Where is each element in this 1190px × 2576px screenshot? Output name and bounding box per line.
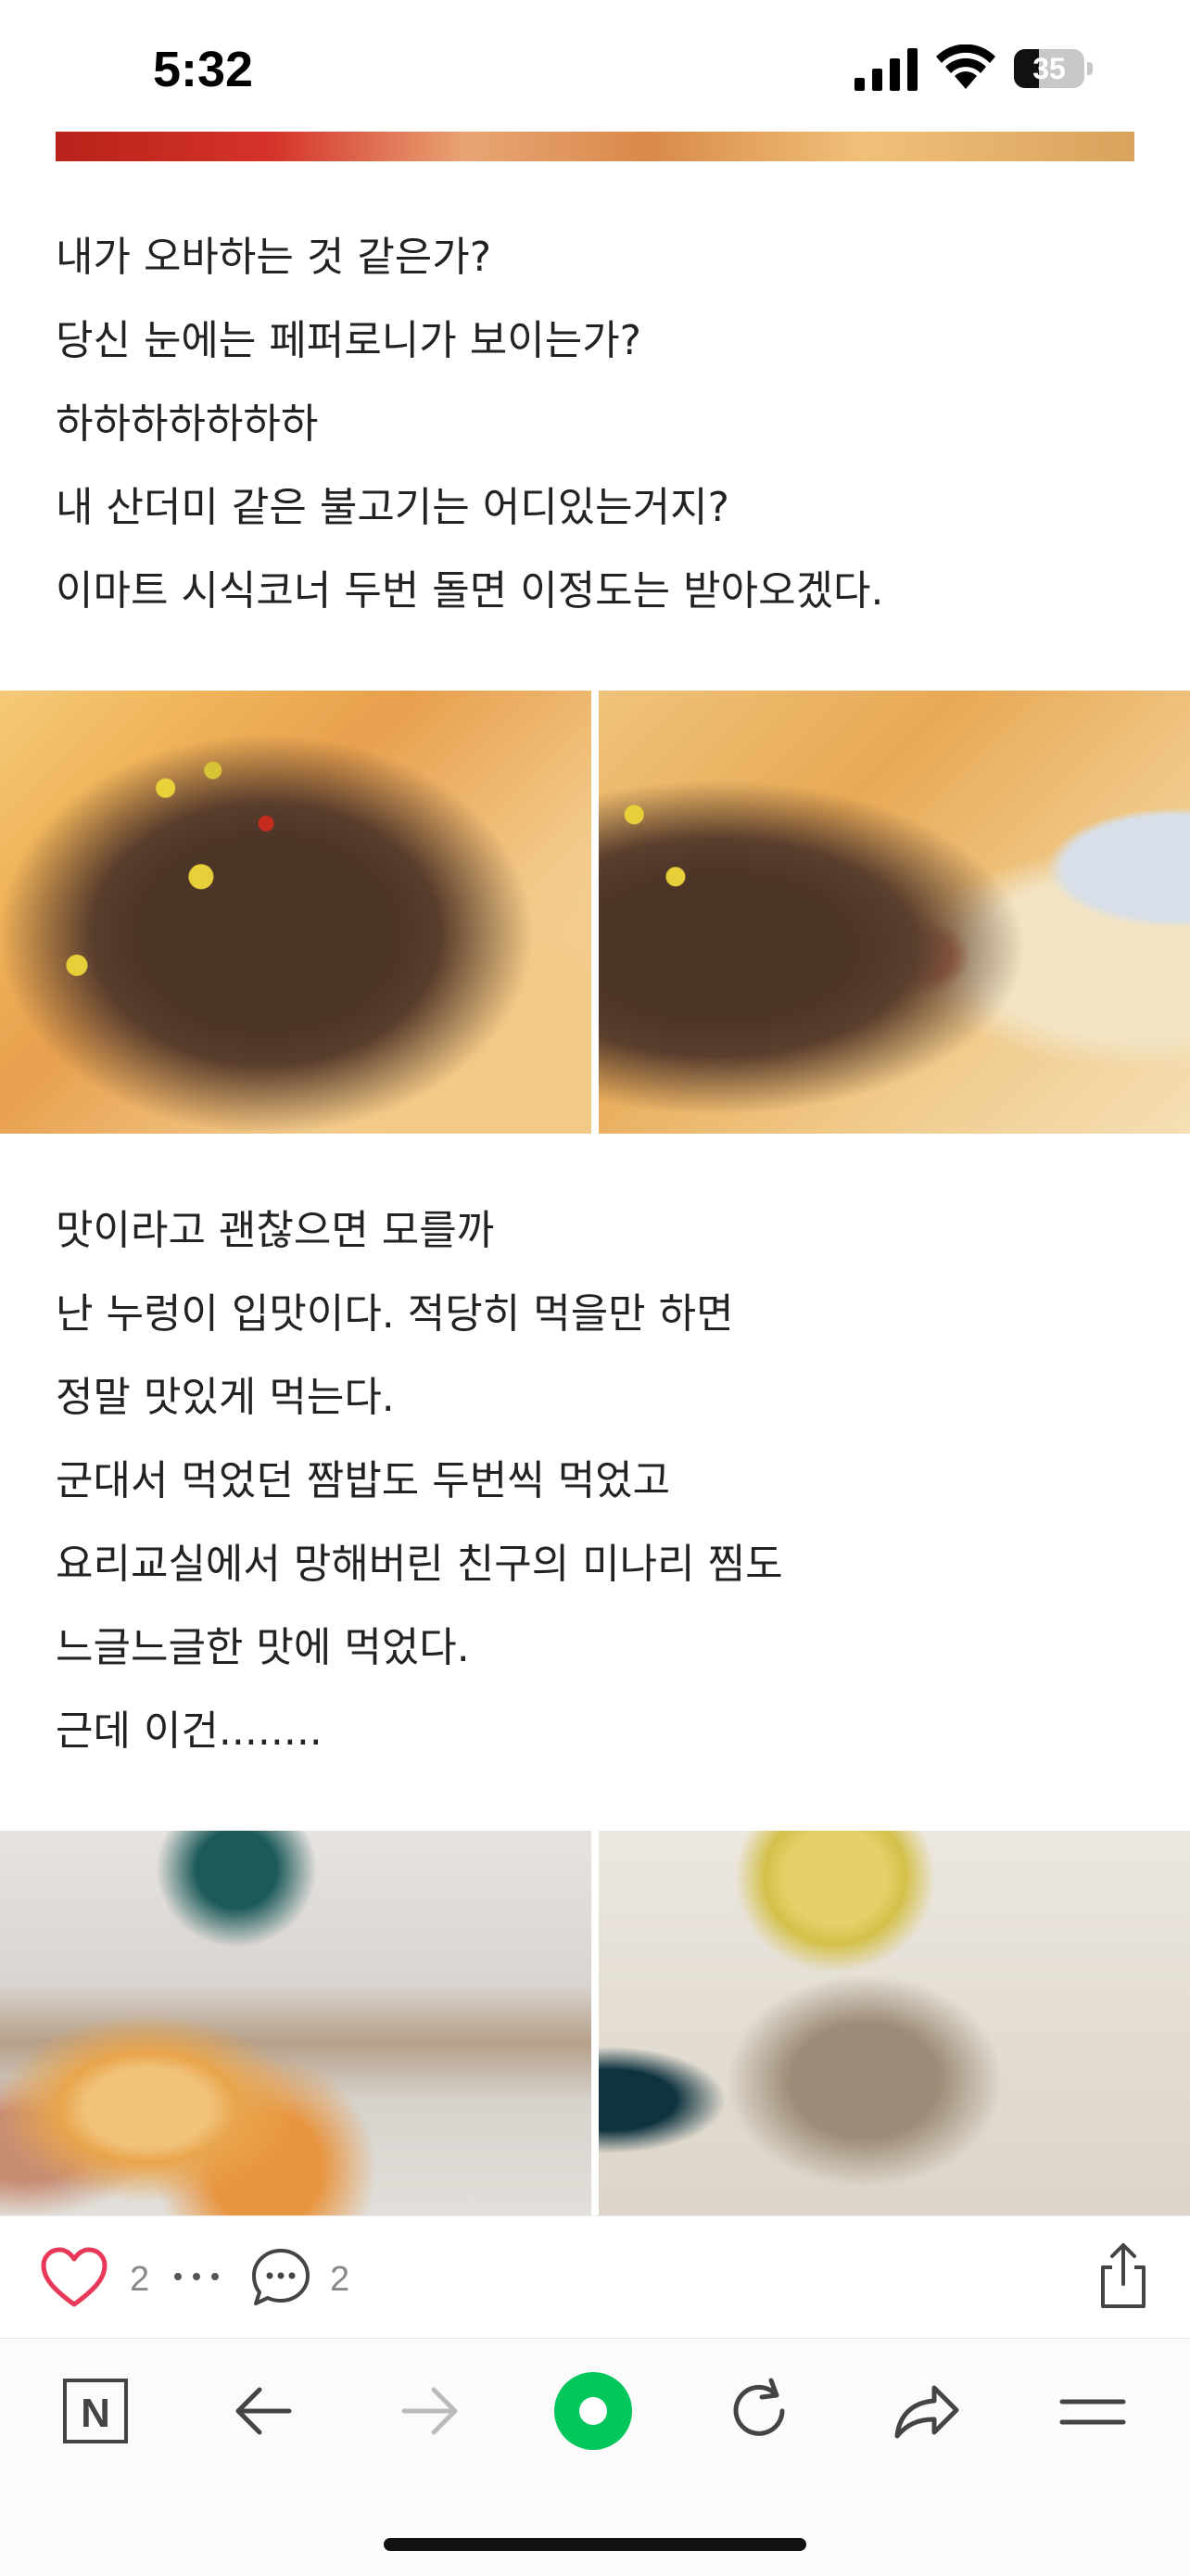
post-text-line: 당신 눈에는 페퍼로니가 보이는가?: [56, 317, 642, 364]
status-bar: 5:32 35: [0, 0, 1190, 130]
share-icon[interactable]: [1094, 2241, 1153, 2310]
post-photo-table-pickles[interactable]: [599, 1831, 1190, 2215]
cellular-signal-icon: [855, 48, 918, 91]
post-text-line: 이마트 시식코너 두번 돌면 이정도는 받아오겠다.: [56, 567, 884, 615]
post-paragraph-2: 맛이라고 괜찮으면 모를까 난 누렁이 입맛이다. 적당히 먹을만 하면 정말 …: [56, 1189, 1131, 1773]
post-text-line: 하하하하하하하: [56, 400, 319, 448]
post-text-line: 느글느글한 맛에 먹었다.: [56, 1624, 470, 1671]
post-text-line: 근데 이건........: [56, 1707, 323, 1755]
home-indicator: [384, 2538, 806, 2551]
post-text-line: 군대서 먹었던 짬밥도 두번씩 먹었고: [56, 1457, 671, 1504]
battery-level: 35: [1032, 52, 1066, 85]
post-text-line: 내가 오바하는 것 같은가?: [56, 234, 492, 281]
post-photo-pizza-half[interactable]: [599, 691, 1190, 1134]
more-dots-icon[interactable]: [171, 2267, 222, 2286]
post-text-line: 요리교실에서 망해버린 친구의 미나리 찜도: [56, 1541, 783, 1588]
share-forward-icon[interactable]: [886, 2371, 966, 2451]
wifi-icon: [936, 44, 995, 89]
post-text-line: 정말 맛있게 먹는다.: [56, 1374, 395, 1421]
post-photo-top-cropped[interactable]: [56, 132, 1134, 161]
like-heart-icon[interactable]: [41, 2247, 108, 2308]
menu-icon[interactable]: [1053, 2371, 1133, 2451]
post-text-line: 난 누렁이 입맛이다. 적당히 먹을만 하면: [56, 1290, 734, 1338]
green-dot-home-icon[interactable]: [553, 2371, 633, 2451]
post-photo-pizza-slice-hand[interactable]: [0, 1831, 591, 2215]
comment-icon[interactable]: [250, 2247, 311, 2308]
comment-count: 2: [330, 2260, 350, 2299]
post-text-line: 맛이라고 괜찮으면 모를까: [56, 1207, 495, 1254]
back-arrow-icon[interactable]: [224, 2371, 304, 2451]
naver-logo-letter: N: [81, 2391, 110, 2436]
naver-home-button[interactable]: N: [56, 2371, 135, 2451]
status-time: 5:32: [153, 42, 254, 97]
battery-icon: 35: [1014, 49, 1094, 88]
forward-arrow-icon[interactable]: [389, 2371, 469, 2451]
post-text-line: 내 산더미 같은 불고기는 어디있는거지?: [56, 484, 729, 531]
like-count: 2: [130, 2260, 150, 2299]
post-photo-pizza-bulgogi[interactable]: [0, 691, 591, 1134]
post-paragraph-1: 내가 오바하는 것 같은가? 당신 눈에는 페퍼로니가 보이는가? 하하하하하하…: [56, 216, 1131, 633]
refresh-icon[interactable]: [719, 2371, 799, 2451]
